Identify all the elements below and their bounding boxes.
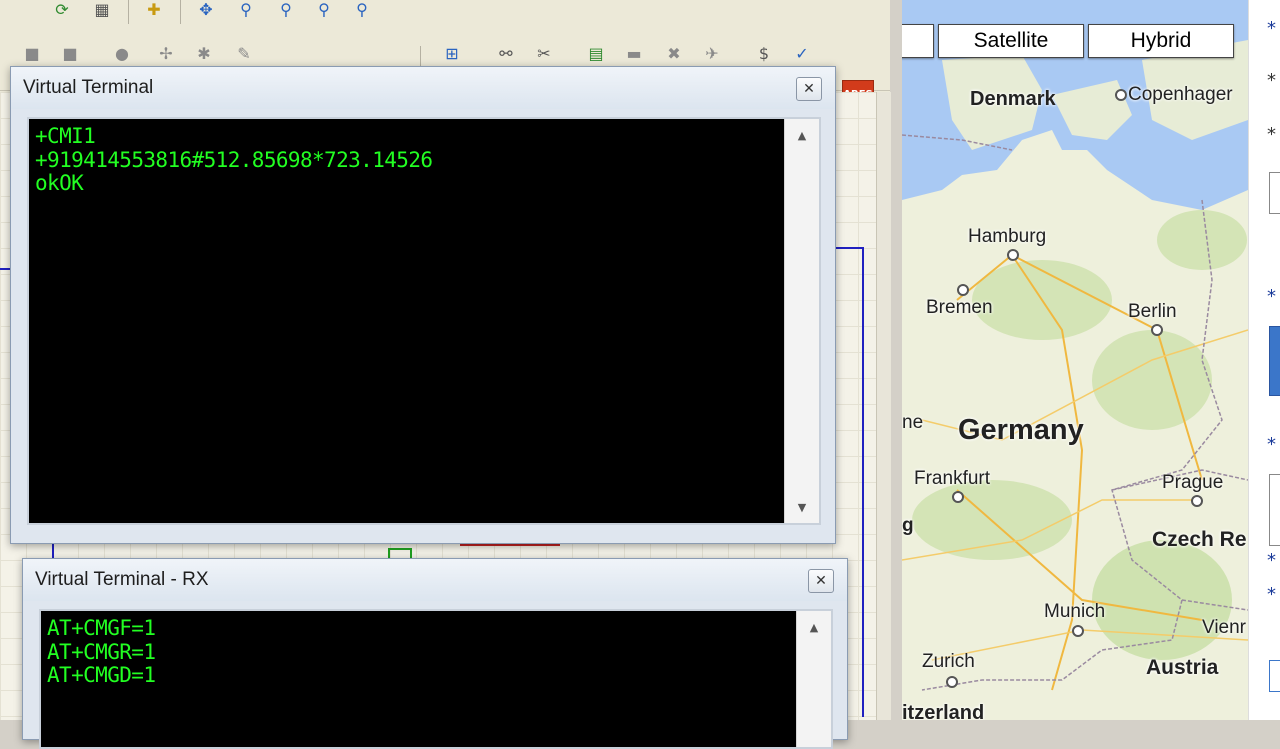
map-panel[interactable]: Satellite Hybrid Denmark Germany Czech R…	[902, 0, 1248, 720]
required-marker: *	[1267, 434, 1276, 455]
terminal-line: +919414553816#512.85698*723.14526	[35, 147, 433, 172]
terminal-vertical-scrollbar[interactable]: ▲ ▼	[784, 119, 819, 523]
required-marker: *	[1267, 550, 1276, 571]
partial-input-field[interactable]	[1269, 172, 1280, 214]
city-marker-frankfurt[interactable]	[952, 491, 964, 503]
terminal-output-area[interactable]: +CMI1 +919414553816#512.85698*723.14526 …	[27, 117, 821, 525]
required-marker: *	[1267, 584, 1276, 605]
required-marker: *	[1267, 18, 1276, 39]
city-marker-bremen[interactable]	[957, 284, 969, 296]
block-delete-icon[interactable]: ✢	[156, 44, 176, 64]
map-button-partial[interactable]	[902, 24, 934, 58]
city-marker-munich[interactable]	[1072, 625, 1084, 637]
city-label-partial: ne	[902, 412, 924, 433]
city-marker-berlin[interactable]	[1151, 324, 1163, 336]
terminal-line: AT+CMGF=1	[47, 616, 156, 640]
virtual-terminal-titlebar[interactable]: Virtual Terminal ✕	[11, 67, 835, 109]
city-label-zurich: Zurich	[922, 651, 975, 672]
zoom-all-icon[interactable]: ⚲	[314, 0, 334, 20]
required-marker: *	[1267, 286, 1276, 307]
country-label-switzerland: itzerland	[902, 702, 985, 720]
block-copy-icon[interactable]: ■	[22, 44, 42, 64]
virtual-terminal-rx-title: Virtual Terminal - RX	[35, 569, 209, 590]
required-marker: *	[1267, 70, 1276, 91]
virtual-terminal-window[interactable]: Virtual Terminal ✕ +CMI1 +919414553816#5…	[10, 66, 836, 544]
terminal-line: AT+CMGD=1	[47, 663, 156, 687]
country-label-czech: Czech Re	[1152, 528, 1247, 551]
zoom-out-icon[interactable]: ⚲	[276, 0, 296, 20]
design-explorer-icon[interactable]: ▤	[586, 44, 606, 64]
partial-input-field[interactable]	[1269, 474, 1280, 546]
zoom-area-icon[interactable]: ⚲	[352, 0, 372, 20]
close-icon[interactable]: ✕	[796, 77, 822, 101]
city-label-bremen: Bremen	[926, 297, 993, 318]
city-label-frankfurt: Frankfurt	[914, 468, 991, 489]
scroll-up-arrow-icon[interactable]: ▲	[797, 617, 831, 639]
terminal-line: okOK	[35, 171, 84, 195]
city-label-vienna: Vienr	[1202, 617, 1247, 638]
terminal-rx-vertical-scrollbar[interactable]: ▲	[796, 611, 831, 747]
city-label-partial-g: g	[902, 515, 914, 536]
block-move-icon[interactable]: ■	[60, 44, 80, 64]
origin-icon[interactable]: ✚	[144, 0, 164, 20]
refresh-icon[interactable]: ⟳	[52, 0, 72, 20]
property-tool-icon[interactable]: ✂	[534, 44, 554, 64]
schematic-vertical-scrollbar[interactable]	[876, 92, 891, 720]
goto-child-icon[interactable]: ✈	[702, 44, 722, 64]
city-marker-copenhagen[interactable]	[1115, 89, 1127, 101]
city-label-prague: Prague	[1162, 472, 1224, 493]
country-label-denmark: Denmark	[970, 88, 1056, 110]
terminal-rx-output-area[interactable]: AT+CMGF=1 AT+CMGR=1 AT+CMGD=1 ▲	[39, 609, 833, 749]
electrical-check-icon[interactable]: ✓	[792, 44, 812, 64]
scroll-down-arrow-icon[interactable]: ▼	[785, 497, 819, 519]
block-rotate-icon[interactable]: ●	[112, 44, 132, 64]
virtual-terminal-title: Virtual Terminal	[23, 77, 154, 98]
city-marker-zurich[interactable]	[946, 676, 958, 688]
zoom-in-icon[interactable]: ⚲	[236, 0, 256, 20]
satellite-button[interactable]: Satellite	[938, 24, 1084, 58]
pick-device-icon[interactable]: ✱	[194, 44, 214, 64]
virtual-terminal-rx-window[interactable]: Virtual Terminal - RX ✕ AT+CMGF=1 AT+CMG…	[22, 558, 848, 749]
make-device-icon[interactable]: ✎	[234, 44, 254, 64]
toolbar-row-top: ⟳ ▦ ✚ ✥ ⚲ ⚲ ⚲ ⚲	[0, 0, 890, 37]
remove-sheet-icon[interactable]: ✖	[664, 44, 684, 64]
partial-link-box[interactable]	[1269, 660, 1280, 692]
city-marker-prague[interactable]	[1191, 495, 1203, 507]
right-page-strip: * * * * * * *	[1248, 0, 1280, 720]
city-label-copenhagen: Copenhager	[1128, 84, 1233, 105]
wire-autorouter-icon[interactable]: ⊞	[442, 44, 462, 64]
pan-icon[interactable]: ✥	[196, 0, 216, 20]
new-sheet-icon[interactable]: ▬	[624, 44, 644, 64]
virtual-terminal-rx-titlebar[interactable]: Virtual Terminal - RX ✕	[23, 559, 847, 601]
close-icon[interactable]: ✕	[808, 569, 834, 593]
required-marker: *	[1267, 124, 1276, 145]
city-label-hamburg: Hamburg	[968, 226, 1047, 247]
partial-selected-list[interactable]	[1269, 326, 1280, 396]
bill-of-materials-icon[interactable]: $	[754, 44, 774, 64]
country-label-austria: Austria	[1146, 656, 1219, 679]
terminal-line: +CMI1	[35, 124, 96, 148]
hybrid-button[interactable]: Hybrid	[1088, 24, 1234, 58]
country-label-germany: Germany	[958, 414, 1084, 446]
grid-icon[interactable]: ▦	[92, 0, 112, 20]
city-marker-hamburg[interactable]	[1007, 249, 1019, 261]
terminal-line: AT+CMGR=1	[47, 639, 156, 664]
city-label-munich: Munich	[1044, 601, 1106, 622]
scroll-up-arrow-icon[interactable]: ▲	[785, 125, 819, 147]
city-label-berlin: Berlin	[1128, 301, 1177, 322]
search-tag-icon[interactable]: ⚯	[496, 44, 516, 64]
